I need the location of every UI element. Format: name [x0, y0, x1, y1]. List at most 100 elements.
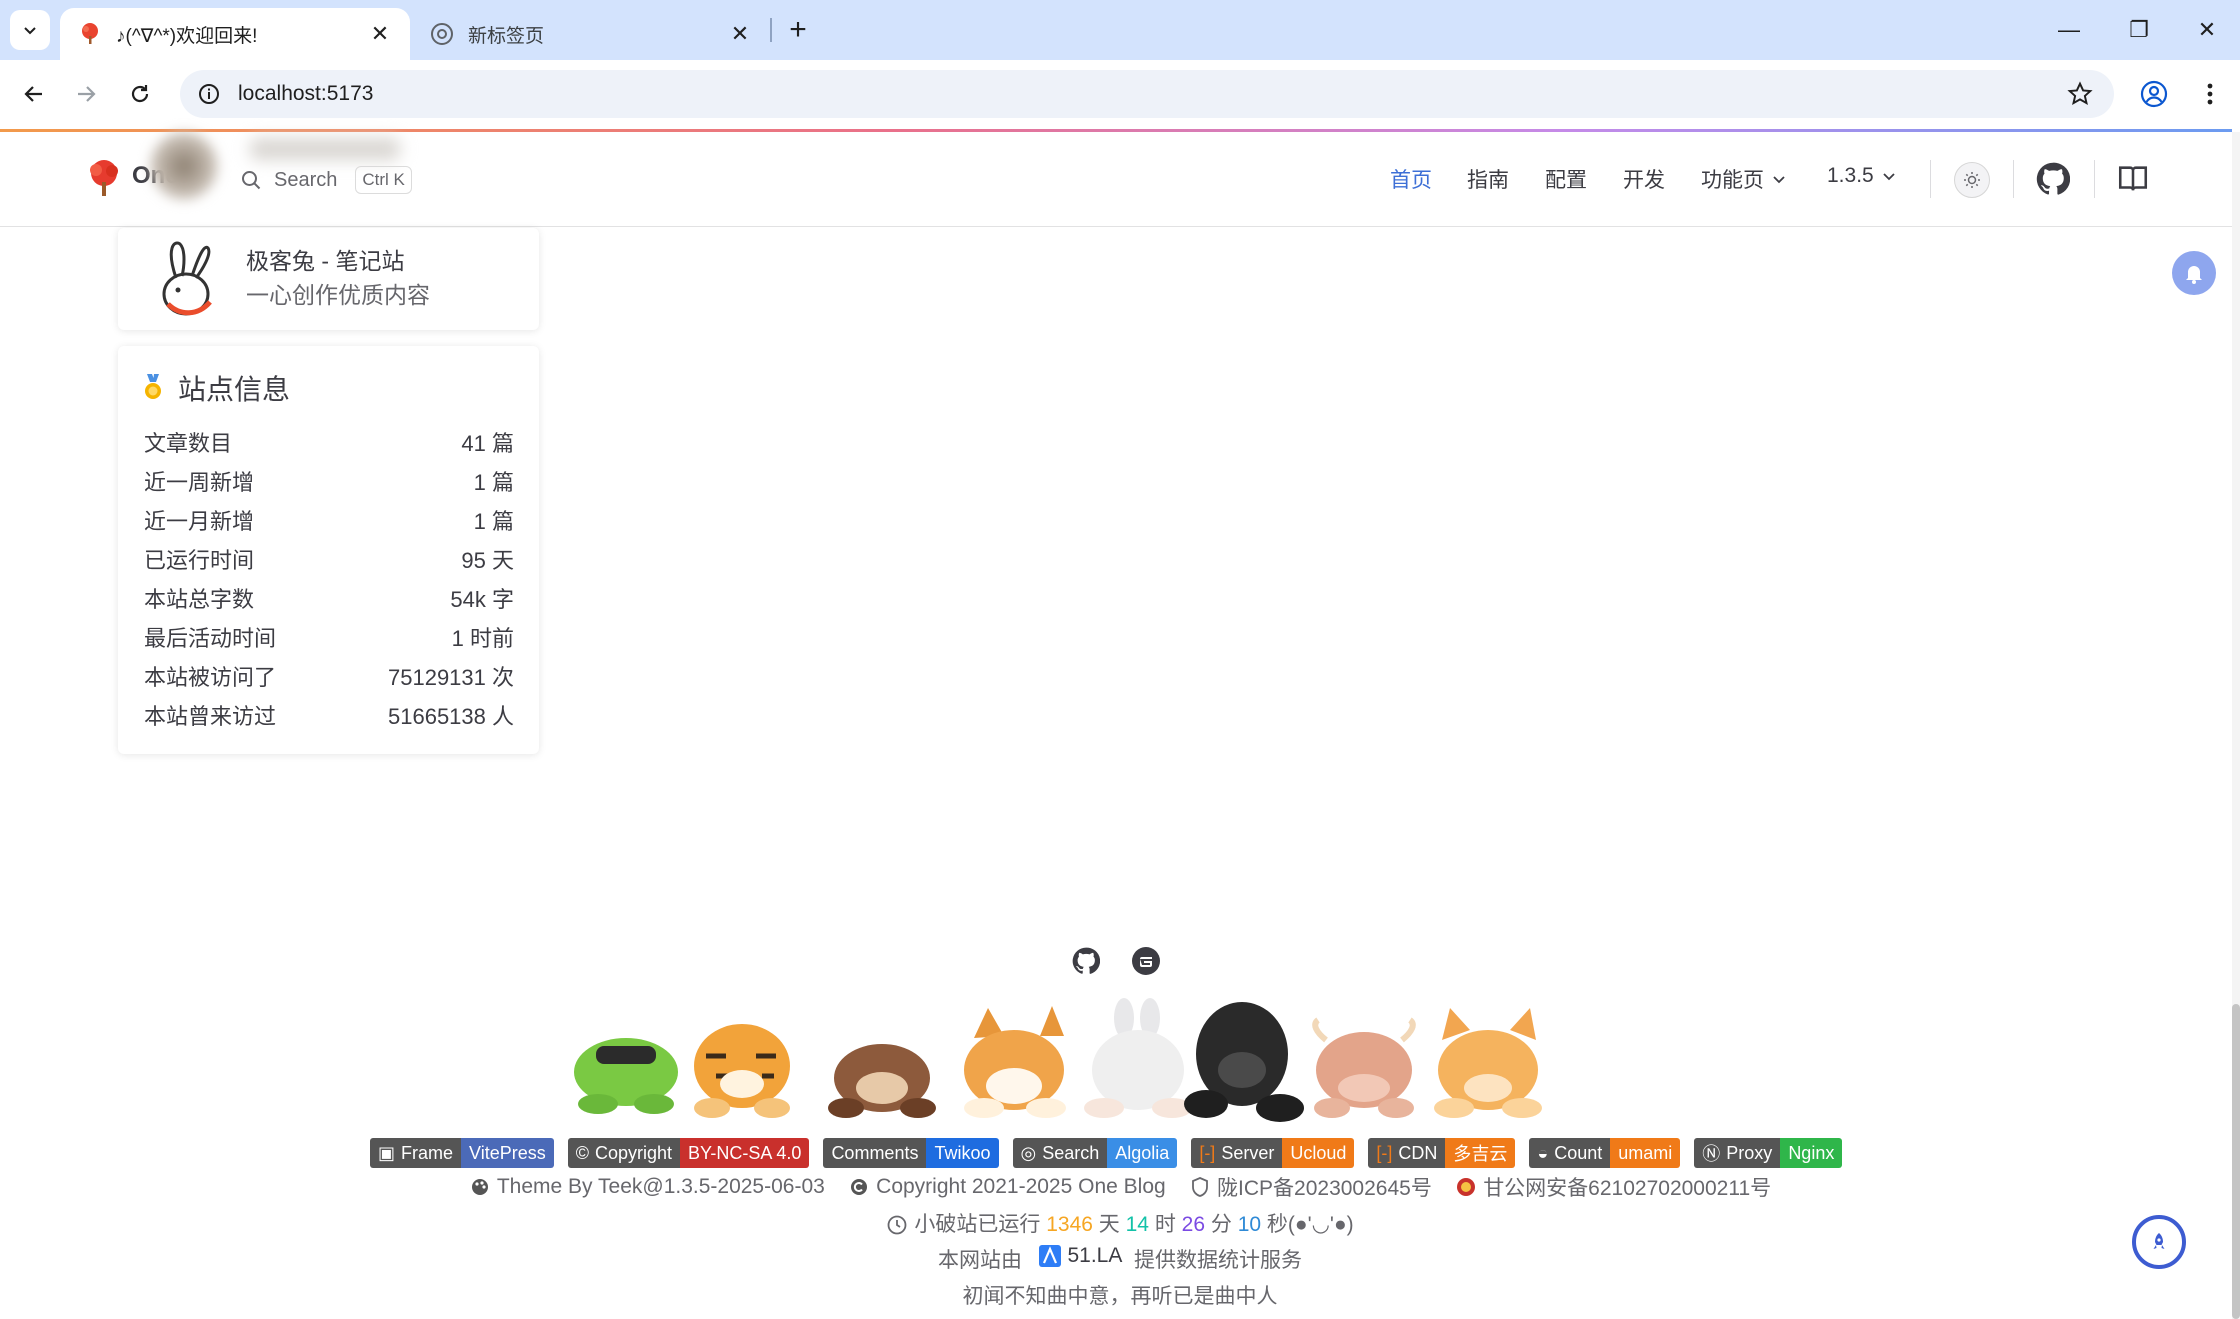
- notification-button[interactable]: [2172, 251, 2216, 295]
- badge-value: 多吉云: [1445, 1138, 1516, 1168]
- badge-proxy[interactable]: Ⓝ Proxy Nginx: [1694, 1138, 1843, 1168]
- footer-github-link[interactable]: [1071, 946, 1101, 976]
- close-window-button[interactable]: ✕: [2172, 8, 2240, 52]
- badge-comments[interactable]: Comments Twikoo: [823, 1138, 999, 1168]
- chevron-down-icon: [1883, 173, 1895, 181]
- badge-value: Nginx: [1780, 1138, 1843, 1168]
- site-info-row: 本站总字数 54k 字: [144, 582, 514, 618]
- footer-stats: 本网站由 51.LA 提供数据统计服务: [0, 1244, 2240, 1274]
- address-bar[interactable]: localhost:5173: [180, 70, 2114, 118]
- author-card: 极客兔 - 笔记站 一心创作优质内容: [118, 228, 539, 330]
- browser-tab-bar: ♪(^∇^*)欢迎回来! ✕ 新标签页 ✕ + — ❐ ✕: [0, 0, 2240, 60]
- nav-version-dropdown[interactable]: 1.3.5: [1827, 164, 1896, 188]
- site-search-button[interactable]: Search Ctrl K: [240, 162, 412, 198]
- row-value: 51665138 人: [388, 704, 514, 729]
- chevron-down-icon: [1773, 176, 1785, 184]
- rabbit-logo-icon: [162, 241, 212, 316]
- footer-copyright[interactable]: Copyright 2021-2025 One Blog: [848, 1175, 1166, 1199]
- github-icon: [2036, 162, 2071, 195]
- tab-active[interactable]: ♪(^∇^*)欢迎回来! ✕: [60, 8, 410, 60]
- stats-provider-link[interactable]: 51.LA: [1039, 1244, 1122, 1268]
- github-link[interactable]: [2036, 162, 2072, 198]
- profile-button[interactable]: [2134, 74, 2174, 114]
- nav-guide[interactable]: 指南: [1467, 164, 1509, 194]
- nav-features-dropdown[interactable]: 功能页: [1701, 164, 1786, 194]
- corgi-mascot: [964, 1006, 1066, 1118]
- nav-develop-label: 开发: [1623, 169, 1665, 192]
- cat-mascot: [1434, 1008, 1542, 1118]
- nav-develop[interactable]: 开发: [1623, 164, 1665, 194]
- footer-runtime: 小破站已运行 1346 天 14 时 26 分 10 秒(●'◡'●): [0, 1208, 2240, 1238]
- badge-frame[interactable]: ▣ Frame VitePress: [370, 1138, 554, 1168]
- badge-key: Copyright: [595, 1142, 673, 1163]
- site-info-row: 本站被访问了 75129131 次: [144, 660, 514, 696]
- info-icon[interactable]: [198, 83, 220, 105]
- restore-button[interactable]: ❐: [2104, 8, 2174, 52]
- nav-home[interactable]: 首页: [1390, 164, 1432, 194]
- badge-server[interactable]: [-] Server Ucloud: [1191, 1138, 1355, 1168]
- close-tab-icon[interactable]: ✕: [368, 21, 392, 46]
- minimize-button[interactable]: —: [2034, 8, 2104, 52]
- runtime-minutes: 26: [1181, 1213, 1206, 1236]
- github-icon: [1072, 947, 1100, 974]
- theme-toggle-button[interactable]: [1954, 162, 1990, 198]
- badge-key: CDN: [1398, 1142, 1438, 1163]
- chevron-down-icon: [24, 27, 36, 35]
- tab-new[interactable]: 新标签页 ✕: [412, 8, 770, 60]
- runtime-seconds-unit: 秒(●'◡'●): [1266, 1213, 1354, 1236]
- nav-home-label: 首页: [1390, 169, 1432, 192]
- site-info-row: 已运行时间 95 天: [144, 543, 514, 579]
- footer-theme[interactable]: Theme By Teek@1.3.5-2025-06-03: [469, 1175, 825, 1199]
- badge-search[interactable]: ◎ Search Algolia: [1012, 1138, 1178, 1168]
- site-logo-icon[interactable]: [84, 158, 124, 198]
- forward-button[interactable]: [66, 74, 106, 114]
- row-value: 41 篇: [461, 431, 514, 456]
- site-info-card: 站点信息 文章数目 41 篇 近一周新增 1 篇 近一月新增 1 篇 已运行时间 95 …: [118, 346, 539, 754]
- author-name: 极客兔 - 笔记站: [246, 248, 405, 274]
- back-button[interactable]: [14, 74, 54, 114]
- badge-value: Ucloud: [1282, 1138, 1355, 1168]
- shield-icon: [1189, 1176, 1211, 1198]
- footer-gitee-link[interactable]: [1131, 946, 1161, 976]
- site-info-row: 最后活动时间 1 时前: [144, 621, 514, 657]
- runtime-hours-unit: 时: [1154, 1213, 1176, 1236]
- badge-count[interactable]: ◒ Count umami: [1529, 1138, 1681, 1168]
- nginx-icon: Ⓝ: [1702, 1144, 1721, 1164]
- runtime-seconds: 10: [1237, 1213, 1262, 1236]
- badge-cdn[interactable]: [-] CDN 多吉云: [1368, 1138, 1516, 1168]
- badge-value: umami: [1610, 1138, 1681, 1168]
- reload-button[interactable]: [120, 74, 160, 114]
- stats-prefix: 本网站由: [937, 1249, 1022, 1272]
- row-value: 95 天: [461, 548, 514, 573]
- footer-copyright-text: Copyright 2021-2025 One Blog: [876, 1175, 1166, 1198]
- runtime-prefix: 小破站已运行: [914, 1213, 1041, 1236]
- gorilla-mascot: [1184, 1002, 1304, 1122]
- arrow-right-icon: [78, 86, 96, 102]
- close-tab-icon[interactable]: ✕: [728, 21, 752, 46]
- new-tab-button[interactable]: +: [780, 12, 816, 48]
- reading-mode-button[interactable]: [2116, 162, 2152, 198]
- row-value: 1 时前: [451, 626, 514, 651]
- bookmark-star-icon[interactable]: [2066, 80, 2094, 108]
- footer-icp[interactable]: 陇ICP备2023002645号: [1189, 1172, 1432, 1202]
- footer-poem: 初闻不知曲中意，再听已是曲中人: [962, 1285, 1278, 1308]
- browser-menu-button[interactable]: [2190, 74, 2230, 114]
- nav-divider: [1930, 160, 1931, 198]
- tab-search-button[interactable]: [10, 10, 50, 50]
- runtime-days-unit: 天: [1098, 1213, 1120, 1236]
- footer-police[interactable]: 甘公网安备62102702000211号: [1455, 1172, 1771, 1202]
- footer-badges: ▣ Frame VitePress © Copyright BY-NC-SA 4.0 C…: [370, 1138, 1880, 1168]
- nav-config[interactable]: 配置: [1545, 164, 1587, 194]
- tree-favicon-icon: [78, 22, 102, 46]
- chrome-icon: [430, 22, 454, 46]
- search-icon: [242, 171, 261, 190]
- runtime-hours: 14: [1125, 1213, 1149, 1236]
- search-label: Search: [274, 168, 338, 191]
- blurred-avatar: [150, 132, 218, 200]
- back-to-top-button[interactable]: [2132, 1215, 2186, 1269]
- badge-copyright[interactable]: © Copyright BY-NC-SA 4.0: [567, 1138, 810, 1168]
- umami-icon: ◒: [1537, 1142, 1549, 1163]
- badge-key: Server: [1221, 1142, 1275, 1163]
- author-motto: 一心创作优质内容: [246, 282, 430, 308]
- tab-title: 新标签页: [468, 25, 545, 47]
